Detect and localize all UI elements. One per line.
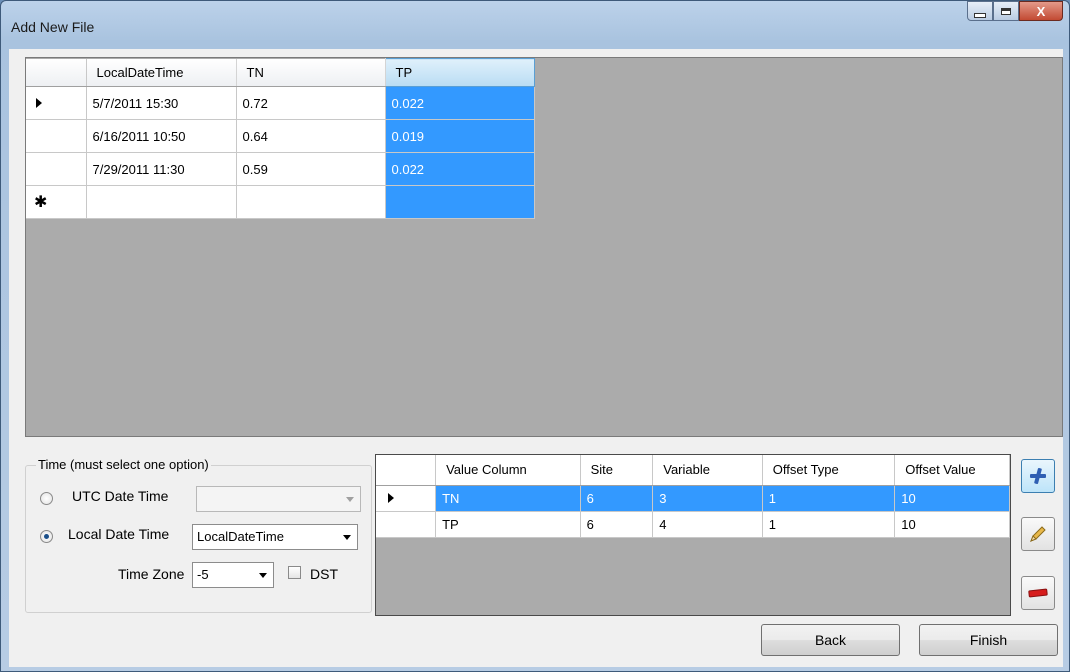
cell-offset-type[interactable]: 1 [762, 511, 896, 538]
cell-tn[interactable]: 0.64 [236, 119, 386, 153]
time-options-group: Time (must select one option) UTC Date T… [25, 457, 372, 613]
window-title: Add New File [11, 19, 95, 35]
close-icon: X [1036, 3, 1046, 19]
table-row[interactable]: TN 6 3 1 10 [376, 485, 1010, 512]
cell-localdatetime[interactable]: 7/29/2011 11:30 [86, 152, 237, 186]
cell-tp[interactable] [385, 185, 535, 219]
maximize-button[interactable] [993, 1, 1019, 21]
dst-label[interactable]: DST [310, 566, 338, 582]
header-row: Value Column Site Variable Offset Type O… [376, 455, 1010, 486]
add-new-file-window: Add New File X LocalDateTime TN TP 5/7/2… [0, 0, 1070, 672]
table-row[interactable]: 5/7/2011 15:30 0.72 0.022 [26, 86, 535, 120]
cell-variable[interactable]: 4 [652, 511, 763, 538]
time-zone-label: Time Zone [118, 566, 185, 582]
close-button[interactable]: X [1019, 1, 1063, 21]
add-icon [1030, 467, 1046, 485]
edit-mapping-button[interactable] [1021, 517, 1055, 551]
row-header[interactable] [26, 119, 87, 153]
row-header-new[interactable]: ✱ [26, 185, 87, 219]
cell-tn[interactable]: 0.59 [236, 152, 386, 186]
corner-header[interactable] [376, 455, 437, 486]
cell-site[interactable]: 6 [580, 485, 654, 512]
row-header[interactable] [26, 152, 87, 186]
column-mapping-table: Value Column Site Variable Offset Type O… [376, 455, 1010, 538]
cell-tp[interactable]: 0.022 [385, 86, 535, 120]
column-header-localdatetime[interactable]: LocalDateTime [86, 58, 237, 87]
column-header-offset-type[interactable]: Offset Type [762, 455, 896, 486]
cell-tp[interactable]: 0.019 [385, 119, 535, 153]
local-date-time-radio[interactable] [40, 530, 53, 543]
remove-icon [1028, 588, 1048, 598]
cell-localdatetime[interactable]: 5/7/2011 15:30 [86, 86, 237, 120]
local-date-time-select[interactable]: LocalDateTime [192, 524, 358, 550]
cell-offset-value[interactable]: 10 [894, 485, 1010, 512]
local-date-time-value: LocalDateTime [197, 529, 284, 544]
column-header-value-column[interactable]: Value Column [435, 455, 581, 486]
cell-site[interactable]: 6 [580, 511, 654, 538]
cell-offset-type[interactable]: 1 [762, 485, 896, 512]
title-bar[interactable]: Add New File X [1, 1, 1069, 49]
table-row[interactable]: TP 6 4 1 10 [376, 511, 1010, 538]
chevron-down-icon [343, 535, 351, 540]
cell-tn[interactable]: 0.72 [236, 86, 386, 120]
new-row[interactable]: ✱ [26, 185, 535, 219]
cell-localdatetime[interactable]: 6/16/2011 10:50 [86, 119, 237, 153]
corner-header[interactable] [26, 58, 87, 87]
cell-value-column[interactable]: TN [435, 485, 581, 512]
minimize-button[interactable] [967, 1, 993, 21]
time-group-legend: Time (must select one option) [36, 457, 211, 472]
remove-mapping-button[interactable] [1021, 576, 1055, 610]
column-mapping-grid[interactable]: Value Column Site Variable Offset Type O… [375, 454, 1011, 616]
finish-button[interactable]: Finish [919, 624, 1058, 656]
maximize-icon [1001, 7, 1011, 15]
row-header[interactable] [376, 511, 437, 538]
cell-variable[interactable]: 3 [652, 485, 763, 512]
new-row-asterisk-icon: ✱ [34, 194, 48, 211]
utc-date-time-radio[interactable] [40, 492, 53, 505]
time-zone-value: -5 [197, 567, 209, 582]
column-header-offset-value[interactable]: Offset Value [894, 455, 1010, 486]
client-area: LocalDateTime TN TP 5/7/2011 15:30 0.72 … [9, 49, 1063, 667]
dst-checkbox[interactable] [288, 566, 301, 579]
pencil-icon [1030, 526, 1046, 542]
caption-buttons: X [967, 1, 1063, 22]
chevron-down-icon [346, 497, 354, 502]
table-row[interactable]: 6/16/2011 10:50 0.64 0.019 [26, 119, 535, 153]
chevron-down-icon [259, 573, 267, 578]
column-header-tp[interactable]: TP [384, 58, 535, 87]
row-header-current[interactable] [26, 86, 87, 120]
data-preview-table: LocalDateTime TN TP 5/7/2011 15:30 0.72 … [26, 58, 535, 219]
column-header-site[interactable]: Site [580, 455, 654, 486]
current-row-arrow-icon [388, 492, 394, 503]
back-button[interactable]: Back [761, 624, 900, 656]
utc-date-time-label[interactable]: UTC Date Time [72, 488, 168, 504]
column-header-tn[interactable]: TN [236, 58, 386, 87]
cell-localdatetime[interactable] [86, 185, 237, 219]
header-row: LocalDateTime TN TP [26, 58, 535, 87]
utc-date-time-select[interactable] [196, 486, 361, 512]
add-mapping-button[interactable] [1021, 459, 1055, 493]
time-zone-select[interactable]: -5 [192, 562, 274, 588]
cell-value-column[interactable]: TP [435, 511, 581, 538]
column-header-variable[interactable]: Variable [652, 455, 763, 486]
data-preview-grid[interactable]: LocalDateTime TN TP 5/7/2011 15:30 0.72 … [25, 57, 1063, 437]
cell-tp[interactable]: 0.022 [385, 152, 535, 186]
row-header-current[interactable] [376, 485, 437, 512]
minimize-icon [974, 12, 986, 18]
local-date-time-label[interactable]: Local Date Time [68, 526, 169, 542]
current-row-arrow-icon [36, 97, 42, 108]
table-row[interactable]: 7/29/2011 11:30 0.59 0.022 [26, 152, 535, 186]
cell-offset-value[interactable]: 10 [894, 511, 1010, 538]
cell-tn[interactable] [236, 185, 386, 219]
